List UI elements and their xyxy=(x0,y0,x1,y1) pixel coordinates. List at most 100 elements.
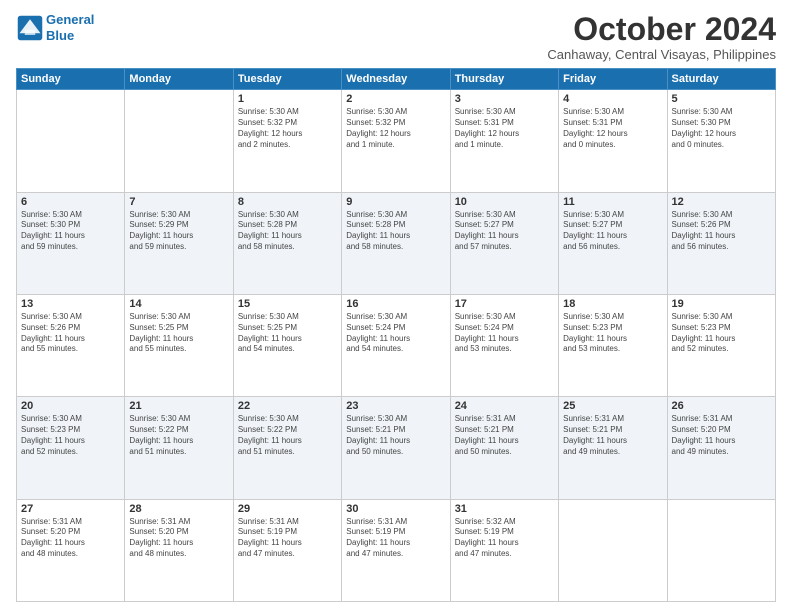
day-number: 28 xyxy=(129,503,228,515)
logo: General Blue xyxy=(16,12,94,43)
day-content: Sunrise: 5:31 AM Sunset: 5:19 PM Dayligh… xyxy=(346,517,445,560)
calendar-cell: 31 Sunrise: 5:32 AM Sunset: 5:19 PM Dayli… xyxy=(450,499,558,601)
calendar-week-0: 1 Sunrise: 5:30 AM Sunset: 5:32 PM Daylig… xyxy=(17,90,776,192)
calendar-cell: 29 Sunrise: 5:31 AM Sunset: 5:19 PM Dayli… xyxy=(233,499,341,601)
day-number: 10 xyxy=(455,196,554,208)
day-number: 12 xyxy=(672,196,771,208)
day-number: 19 xyxy=(672,298,771,310)
day-header-friday: Friday xyxy=(559,69,667,90)
calendar-header-row: SundayMondayTuesdayWednesdayThursdayFrid… xyxy=(17,69,776,90)
calendar-cell: 21 Sunrise: 5:30 AM Sunset: 5:22 PM Dayli… xyxy=(125,397,233,499)
calendar-cell: 7Sunrise: 5:30 AM Sunset: 5:29 PM Daylig… xyxy=(125,192,233,294)
calendar-cell: 16 Sunrise: 5:30 AM Sunset: 5:24 PM Dayli… xyxy=(342,294,450,396)
day-header-thursday: Thursday xyxy=(450,69,558,90)
day-header-tuesday: Tuesday xyxy=(233,69,341,90)
day-content: Sunrise: 5:30 AM Sunset: 5:24 PM Dayligh… xyxy=(455,312,554,355)
calendar-cell xyxy=(559,499,667,601)
day-number: 30 xyxy=(346,503,445,515)
day-number: 7 xyxy=(129,196,228,208)
day-content: Sunrise: 5:30 AM Sunset: 5:31 PM Dayligh… xyxy=(455,107,554,150)
calendar-cell: 22Sunrise: 5:30 AM Sunset: 5:22 PM Dayli… xyxy=(233,397,341,499)
day-number: 1 xyxy=(238,93,337,105)
calendar-cell: 25 Sunrise: 5:31 AM Sunset: 5:21 PM Dayli… xyxy=(559,397,667,499)
day-number: 29 xyxy=(238,503,337,515)
day-content: Sunrise: 5:30 AM Sunset: 5:26 PM Dayligh… xyxy=(21,312,120,355)
day-content: Sunrise: 5:30 AM Sunset: 5:23 PM Dayligh… xyxy=(563,312,662,355)
day-content: Sunrise: 5:30 AM Sunset: 5:30 PM Dayligh… xyxy=(21,210,120,253)
calendar-week-4: 27 Sunrise: 5:31 AM Sunset: 5:20 PM Dayli… xyxy=(17,499,776,601)
day-content: Sunrise: 5:31 AM Sunset: 5:19 PM Dayligh… xyxy=(238,517,337,560)
day-content: Sunrise: 5:30 AM Sunset: 5:24 PM Dayligh… xyxy=(346,312,445,355)
day-header-wednesday: Wednesday xyxy=(342,69,450,90)
calendar-cell: 4 Sunrise: 5:30 AM Sunset: 5:31 PM Daylig… xyxy=(559,90,667,192)
day-content: Sunrise: 5:30 AM Sunset: 5:27 PM Dayligh… xyxy=(563,210,662,253)
calendar-cell: 11 Sunrise: 5:30 AM Sunset: 5:27 PM Dayli… xyxy=(559,192,667,294)
day-number: 13 xyxy=(21,298,120,310)
calendar-cell: 5Sunrise: 5:30 AM Sunset: 5:30 PM Daylig… xyxy=(667,90,775,192)
day-header-saturday: Saturday xyxy=(667,69,775,90)
month-title: October 2024 xyxy=(547,12,776,47)
day-number: 4 xyxy=(563,93,662,105)
page: General Blue October 2024 Canhaway, Cent… xyxy=(0,0,792,612)
day-content: Sunrise: 5:30 AM Sunset: 5:28 PM Dayligh… xyxy=(238,210,337,253)
calendar-cell xyxy=(667,499,775,601)
logo-icon xyxy=(16,14,44,42)
calendar-table: SundayMondayTuesdayWednesdayThursdayFrid… xyxy=(16,68,776,602)
calendar-cell: 3 Sunrise: 5:30 AM Sunset: 5:31 PM Daylig… xyxy=(450,90,558,192)
day-content: Sunrise: 5:30 AM Sunset: 5:22 PM Dayligh… xyxy=(129,414,228,457)
calendar-cell: 12 Sunrise: 5:30 AM Sunset: 5:26 PM Dayli… xyxy=(667,192,775,294)
day-content: Sunrise: 5:31 AM Sunset: 5:20 PM Dayligh… xyxy=(21,517,120,560)
day-number: 31 xyxy=(455,503,554,515)
day-number: 14 xyxy=(129,298,228,310)
calendar-cell: 10 Sunrise: 5:30 AM Sunset: 5:27 PM Dayli… xyxy=(450,192,558,294)
day-number: 15 xyxy=(238,298,337,310)
day-number: 21 xyxy=(129,400,228,412)
day-number: 17 xyxy=(455,298,554,310)
header: General Blue October 2024 Canhaway, Cent… xyxy=(16,12,776,62)
day-content: Sunrise: 5:31 AM Sunset: 5:21 PM Dayligh… xyxy=(455,414,554,457)
calendar-cell: 20Sunrise: 5:30 AM Sunset: 5:23 PM Dayli… xyxy=(17,397,125,499)
day-content: Sunrise: 5:30 AM Sunset: 5:25 PM Dayligh… xyxy=(129,312,228,355)
day-content: Sunrise: 5:32 AM Sunset: 5:19 PM Dayligh… xyxy=(455,517,554,560)
calendar-cell: 8 Sunrise: 5:30 AM Sunset: 5:28 PM Daylig… xyxy=(233,192,341,294)
logo-text: General Blue xyxy=(46,12,94,43)
day-number: 16 xyxy=(346,298,445,310)
day-number: 22 xyxy=(238,400,337,412)
day-content: Sunrise: 5:30 AM Sunset: 5:23 PM Dayligh… xyxy=(21,414,120,457)
day-number: 23 xyxy=(346,400,445,412)
day-content: Sunrise: 5:30 AM Sunset: 5:31 PM Dayligh… xyxy=(563,107,662,150)
calendar-cell: 26Sunrise: 5:31 AM Sunset: 5:20 PM Dayli… xyxy=(667,397,775,499)
calendar-week-1: 6 Sunrise: 5:30 AM Sunset: 5:30 PM Daylig… xyxy=(17,192,776,294)
day-header-sunday: Sunday xyxy=(17,69,125,90)
day-number: 11 xyxy=(563,196,662,208)
day-content: Sunrise: 5:30 AM Sunset: 5:27 PM Dayligh… xyxy=(455,210,554,253)
day-number: 26 xyxy=(672,400,771,412)
title-block: October 2024 Canhaway, Central Visayas, … xyxy=(547,12,776,62)
day-content: Sunrise: 5:30 AM Sunset: 5:26 PM Dayligh… xyxy=(672,210,771,253)
day-number: 24 xyxy=(455,400,554,412)
day-content: Sunrise: 5:30 AM Sunset: 5:32 PM Dayligh… xyxy=(238,107,337,150)
day-number: 9 xyxy=(346,196,445,208)
calendar-cell: 19 Sunrise: 5:30 AM Sunset: 5:23 PM Dayli… xyxy=(667,294,775,396)
calendar-cell: 9Sunrise: 5:30 AM Sunset: 5:28 PM Daylig… xyxy=(342,192,450,294)
calendar-cell xyxy=(125,90,233,192)
day-number: 27 xyxy=(21,503,120,515)
day-content: Sunrise: 5:30 AM Sunset: 5:21 PM Dayligh… xyxy=(346,414,445,457)
calendar-cell: 17 Sunrise: 5:30 AM Sunset: 5:24 PM Dayli… xyxy=(450,294,558,396)
day-content: Sunrise: 5:30 AM Sunset: 5:32 PM Dayligh… xyxy=(346,107,445,150)
calendar-cell: 28Sunrise: 5:31 AM Sunset: 5:20 PM Dayli… xyxy=(125,499,233,601)
day-number: 25 xyxy=(563,400,662,412)
day-content: Sunrise: 5:30 AM Sunset: 5:23 PM Dayligh… xyxy=(672,312,771,355)
calendar-cell: 18 Sunrise: 5:30 AM Sunset: 5:23 PM Dayli… xyxy=(559,294,667,396)
day-content: Sunrise: 5:30 AM Sunset: 5:25 PM Dayligh… xyxy=(238,312,337,355)
day-content: Sunrise: 5:30 AM Sunset: 5:30 PM Dayligh… xyxy=(672,107,771,150)
calendar-cell: 13 Sunrise: 5:30 AM Sunset: 5:26 PM Dayli… xyxy=(17,294,125,396)
location: Canhaway, Central Visayas, Philippines xyxy=(547,47,776,62)
day-number: 6 xyxy=(21,196,120,208)
day-number: 3 xyxy=(455,93,554,105)
calendar-cell: 30 Sunrise: 5:31 AM Sunset: 5:19 PM Dayli… xyxy=(342,499,450,601)
day-number: 18 xyxy=(563,298,662,310)
day-content: Sunrise: 5:31 AM Sunset: 5:21 PM Dayligh… xyxy=(563,414,662,457)
calendar-week-3: 20Sunrise: 5:30 AM Sunset: 5:23 PM Dayli… xyxy=(17,397,776,499)
day-number: 8 xyxy=(238,196,337,208)
